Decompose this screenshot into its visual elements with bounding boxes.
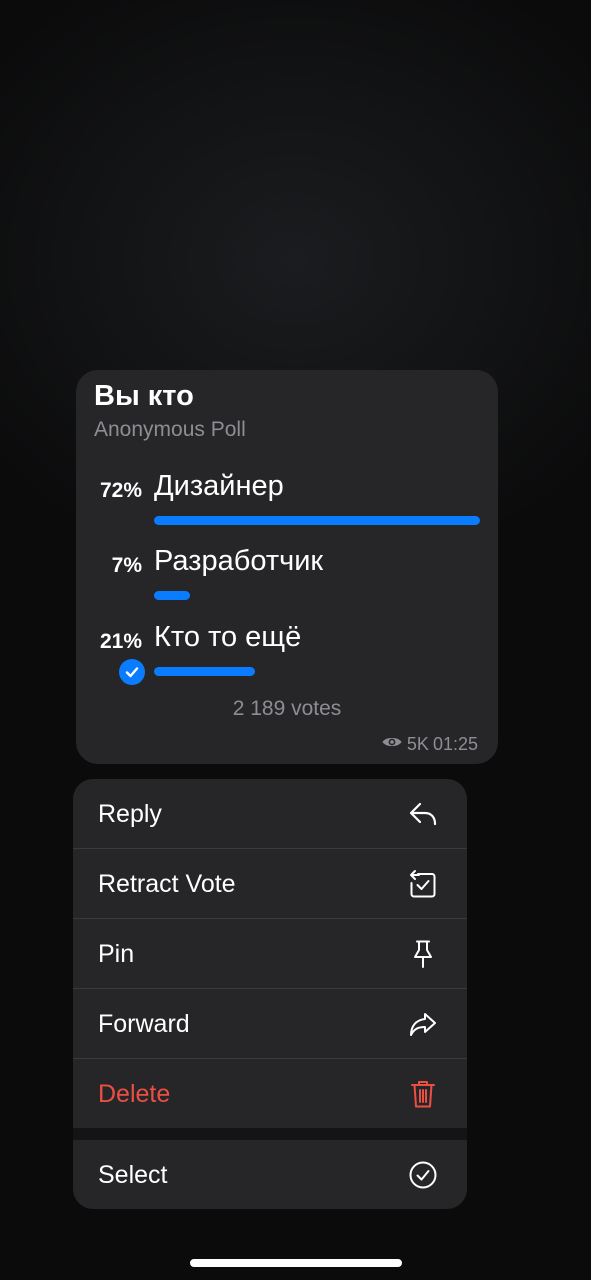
forward-icon	[407, 1008, 439, 1040]
poll-result-bar	[154, 667, 256, 676]
menu-item-label: Retract Vote	[98, 869, 236, 898]
poll-option-text: Кто то ещё	[154, 621, 302, 653]
select-check-icon	[407, 1159, 439, 1191]
menu-item-retract-vote[interactable]: Retract Vote	[73, 849, 467, 919]
screen: Вы кто Anonymous Poll 72% Дизайнер 7% Ра…	[0, 0, 591, 1280]
message-time: 01:25	[432, 734, 478, 754]
poll-option-text: Разработчик	[154, 545, 324, 577]
poll-option[interactable]: 7% Разработчик	[76, 545, 498, 621]
menu-item-label: Reply	[98, 799, 162, 828]
home-indicator[interactable]	[190, 1259, 402, 1267]
menu-item-reply[interactable]: Reply	[73, 779, 467, 849]
poll-option-percent: 72%	[99, 479, 142, 502]
message-context-menu: Reply Retract Vote Pin Forward Delete Se…	[73, 779, 467, 1209]
view-count: 5K	[406, 734, 429, 754]
menu-item-label: Select	[98, 1160, 168, 1189]
poll-title: Вы кто	[94, 380, 194, 412]
poll-message-bubble[interactable]: Вы кто Anonymous Poll 72% Дизайнер 7% Ра…	[76, 370, 498, 764]
message-meta: 5K 01:25	[381, 734, 478, 755]
reply-icon	[407, 798, 439, 830]
poll-result-bar	[154, 516, 480, 525]
poll-option-text: Дизайнер	[154, 470, 284, 502]
poll-result-track	[154, 516, 480, 525]
menu-item-pin[interactable]: Pin	[73, 919, 467, 989]
selected-check-icon	[119, 659, 145, 685]
poll-result-track	[154, 667, 480, 676]
trash-icon	[407, 1078, 439, 1110]
menu-item-label: Forward	[98, 1009, 190, 1038]
poll-result-bar	[154, 591, 190, 600]
poll-option-percent: 21%	[99, 630, 142, 653]
menu-item-delete[interactable]: Delete	[73, 1059, 467, 1129]
menu-item-select[interactable]: Select	[73, 1140, 467, 1209]
poll-option-percent: 7%	[111, 554, 142, 577]
poll-option[interactable]: 72% Дизайнер	[76, 470, 498, 546]
menu-group-divider	[73, 1128, 467, 1140]
poll-votes-count: 2 189 votes	[232, 697, 342, 720]
poll-type-label: Anonymous Poll	[94, 418, 246, 441]
menu-item-label: Pin	[98, 939, 135, 968]
pin-icon	[407, 938, 439, 970]
menu-item-forward[interactable]: Forward	[73, 989, 467, 1059]
eye-icon	[381, 734, 403, 755]
retract-vote-icon	[407, 868, 439, 900]
poll-result-track	[154, 591, 480, 600]
poll-option[interactable]: 21% Кто то ещё	[76, 621, 498, 697]
menu-item-label: Delete	[98, 1079, 171, 1108]
